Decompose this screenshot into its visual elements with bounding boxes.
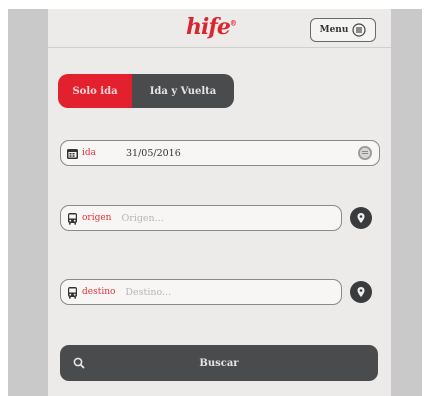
calendar-icon	[67, 148, 78, 159]
app-header: hife® Menu	[48, 9, 391, 48]
date-value: 31/05/2016	[126, 147, 181, 159]
origin-input: Origen...	[121, 212, 164, 224]
origin-field[interactable]: origen Origen...	[60, 205, 342, 231]
search-button-label: Buscar	[199, 357, 239, 369]
tab-solo-ida-label: Solo ida	[72, 85, 118, 97]
chevron-circle-icon[interactable]	[357, 145, 373, 161]
location-pin-icon	[357, 287, 365, 297]
destination-location-button[interactable]	[350, 281, 372, 303]
bus-icon	[68, 212, 77, 225]
tab-ida-y-vuelta[interactable]: Ida y Vuelta	[132, 74, 234, 108]
destination-label: destino	[82, 287, 116, 297]
destination-field[interactable]: destino Destino...	[60, 279, 342, 305]
menu-circle-icon	[352, 23, 366, 37]
tab-ida-y-vuelta-label: Ida y Vuelta	[149, 85, 217, 97]
date-label: ida	[82, 148, 97, 158]
trip-type-toggle: Solo ida Ida y Vuelta	[58, 74, 234, 108]
app-screen: hife® Menu Solo ida Ida y Vuelta ida 31/…	[48, 9, 391, 396]
menu-button[interactable]: Menu	[310, 18, 376, 42]
menu-label: Menu	[319, 25, 349, 35]
tab-solo-ida[interactable]: Solo ida	[58, 74, 132, 108]
destination-input: Destino...	[125, 286, 172, 298]
origin-label: origen	[82, 213, 112, 223]
logo: hife®	[186, 14, 237, 40]
location-pin-icon	[357, 213, 365, 223]
origin-location-button[interactable]	[350, 207, 372, 229]
search-button[interactable]: Buscar	[60, 345, 378, 381]
date-field[interactable]: ida 31/05/2016	[60, 140, 380, 166]
search-icon	[73, 357, 85, 369]
bus-icon	[68, 286, 77, 299]
